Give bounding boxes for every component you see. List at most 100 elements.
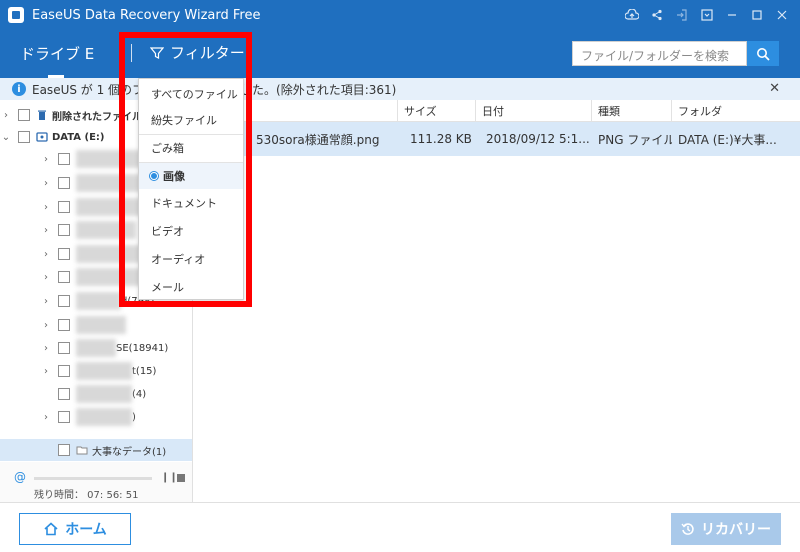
file-list: サイズ 日付 種類 フォルダ 530sora様通常顔.png 111.28 KB… xyxy=(194,100,800,502)
filter-label: フィルター xyxy=(170,44,245,62)
menu-icon[interactable] xyxy=(694,0,719,30)
checkbox[interactable] xyxy=(58,271,70,283)
column-header-folder[interactable]: フォルダ xyxy=(672,100,800,122)
filter-option-video[interactable]: ビデオ xyxy=(139,218,243,244)
checkbox[interactable] xyxy=(58,177,70,189)
drive-tab[interactable]: ドライブ E xyxy=(20,43,94,64)
app-logo-icon xyxy=(8,7,24,23)
table-row[interactable]: 530sora様通常顔.png 111.28 KB 2018/09/12 5:1… xyxy=(194,122,800,156)
checkbox[interactable] xyxy=(58,388,70,400)
chevron-right-icon[interactable]: › xyxy=(40,272,52,283)
chevron-right-icon[interactable]: › xyxy=(40,412,52,423)
tree-item-label: t(15) xyxy=(132,365,157,377)
checkbox[interactable] xyxy=(58,444,70,456)
filter-option-lost[interactable]: 紛失ファイル xyxy=(139,107,243,133)
chevron-right-icon[interactable]: › xyxy=(40,249,52,260)
column-header-date[interactable]: 日付 xyxy=(476,100,592,122)
checkbox[interactable] xyxy=(58,224,70,236)
home-button[interactable]: ホーム xyxy=(19,513,131,545)
bottom-bar: ホーム リカバリー xyxy=(0,502,800,552)
cell-date: 2018/09/12 5:1... xyxy=(486,132,590,146)
drive-icon xyxy=(36,132,48,142)
column-header-type[interactable]: 種類 xyxy=(592,100,672,122)
title-bar-controls xyxy=(619,0,794,30)
chevron-right-icon[interactable]: › xyxy=(40,320,52,331)
trash-icon xyxy=(38,110,46,120)
header-separator xyxy=(131,44,132,62)
scan-progress-panel: @ ❙❙ 残り時間： 07: 56: 51 xyxy=(0,462,193,502)
close-icon[interactable] xyxy=(769,0,794,30)
chevron-right-icon[interactable]: › xyxy=(40,366,52,377)
folder-icon xyxy=(76,446,88,455)
tree-label-deleted: 削除されたファイル xyxy=(52,111,142,123)
checkbox[interactable] xyxy=(58,342,70,354)
info-bar: i EaseUS が 1 個のファイルを見つけました。(除外された項目:361)… xyxy=(0,78,800,100)
chevron-right-icon[interactable]: › xyxy=(40,178,52,189)
tree-item[interactable]: › SE(18941) xyxy=(0,337,192,359)
minimize-icon[interactable] xyxy=(719,0,744,30)
home-button-label: ホーム xyxy=(65,522,107,538)
tree-label-drive: DATA (E:) xyxy=(52,131,105,143)
chevron-right-icon[interactable]: › xyxy=(0,110,12,121)
tree-item-selected[interactable]: 大事なデータ(1) xyxy=(0,439,192,461)
checkbox[interactable] xyxy=(18,109,30,121)
recover-button-label: リカバリー xyxy=(701,522,771,538)
tree-item-label: ) xyxy=(132,411,136,423)
checkbox[interactable] xyxy=(18,131,30,143)
column-header-size[interactable]: サイズ xyxy=(398,100,476,122)
search-input[interactable]: ファイル/フォルダーを検索 xyxy=(572,41,747,66)
search-button[interactable] xyxy=(747,41,779,66)
info-close-icon[interactable]: ✕ xyxy=(769,81,780,96)
tree-item[interactable]: › t(15) xyxy=(0,360,192,382)
filter-option-documents[interactable]: ドキュメント xyxy=(139,190,243,216)
recover-icon xyxy=(681,523,694,535)
checkbox[interactable] xyxy=(58,295,70,307)
checkbox[interactable] xyxy=(58,248,70,260)
upload-icon[interactable] xyxy=(619,0,644,30)
tree-item-label: 大事なデータ(1) xyxy=(92,446,167,458)
info-icon: i xyxy=(12,82,26,96)
filter-option-images[interactable]: 画像 xyxy=(139,163,243,189)
remaining-time: 残り時間： 07: 56: 51 xyxy=(34,490,139,501)
maximize-icon[interactable] xyxy=(744,0,769,30)
recover-button[interactable]: リカバリー xyxy=(671,513,781,545)
checkbox[interactable] xyxy=(58,201,70,213)
chevron-right-icon[interactable]: › xyxy=(40,202,52,213)
checkbox[interactable] xyxy=(58,365,70,377)
checkbox[interactable] xyxy=(58,411,70,423)
checkbox[interactable] xyxy=(58,319,70,331)
filter-option-all[interactable]: すべてのファイル xyxy=(139,81,243,107)
checkbox[interactable] xyxy=(58,153,70,165)
tree-item[interactable]: › xyxy=(0,314,192,336)
chevron-right-icon[interactable]: › xyxy=(40,343,52,354)
selected-radio-icon xyxy=(151,173,157,179)
cell-folder: DATA (E:)¥大事... xyxy=(678,132,777,147)
scan-icon: @ xyxy=(14,470,26,484)
stop-icon[interactable] xyxy=(177,474,185,482)
chevron-right-icon[interactable]: › xyxy=(40,154,52,165)
tree-item-label: (4) xyxy=(132,388,147,400)
header-bar: ドライブ E フィルター ファイル/フォルダーを検索 xyxy=(0,30,800,78)
title-bar: EaseUS Data Recovery Wizard Free xyxy=(0,0,800,30)
filter-option-mail[interactable]: メール xyxy=(139,274,243,300)
cell-size: 111.28 KB xyxy=(410,132,472,146)
filter-option-audio[interactable]: オーディオ xyxy=(139,246,243,272)
scan-progress-bar xyxy=(34,477,152,480)
search-icon xyxy=(757,47,770,61)
tree-item[interactable]: (4) xyxy=(0,383,192,405)
tree-item[interactable]: › ) xyxy=(0,406,192,428)
filter-button[interactable]: フィルター xyxy=(150,42,245,63)
share-icon[interactable] xyxy=(644,0,669,30)
filter-option-images-label: 画像 xyxy=(163,170,185,183)
cell-type: PNG ファイル xyxy=(598,132,672,147)
chevron-right-icon[interactable]: › xyxy=(40,296,52,307)
pause-icon[interactable]: ❙❙ xyxy=(161,472,178,483)
filter-icon xyxy=(150,46,164,59)
chevron-down-icon[interactable]: ⌄ xyxy=(0,132,12,143)
file-list-header: サイズ 日付 種類 フォルダ xyxy=(194,100,800,122)
login-icon[interactable] xyxy=(669,0,694,30)
chevron-right-icon[interactable]: › xyxy=(40,225,52,236)
filter-option-trash[interactable]: ごみ箱 xyxy=(139,135,243,161)
window-title: EaseUS Data Recovery Wizard Free xyxy=(32,7,261,23)
filter-dropdown-menu: すべてのファイル 紛失ファイル ごみ箱 画像 ドキュメント ビデオ オーディオ … xyxy=(138,78,244,300)
